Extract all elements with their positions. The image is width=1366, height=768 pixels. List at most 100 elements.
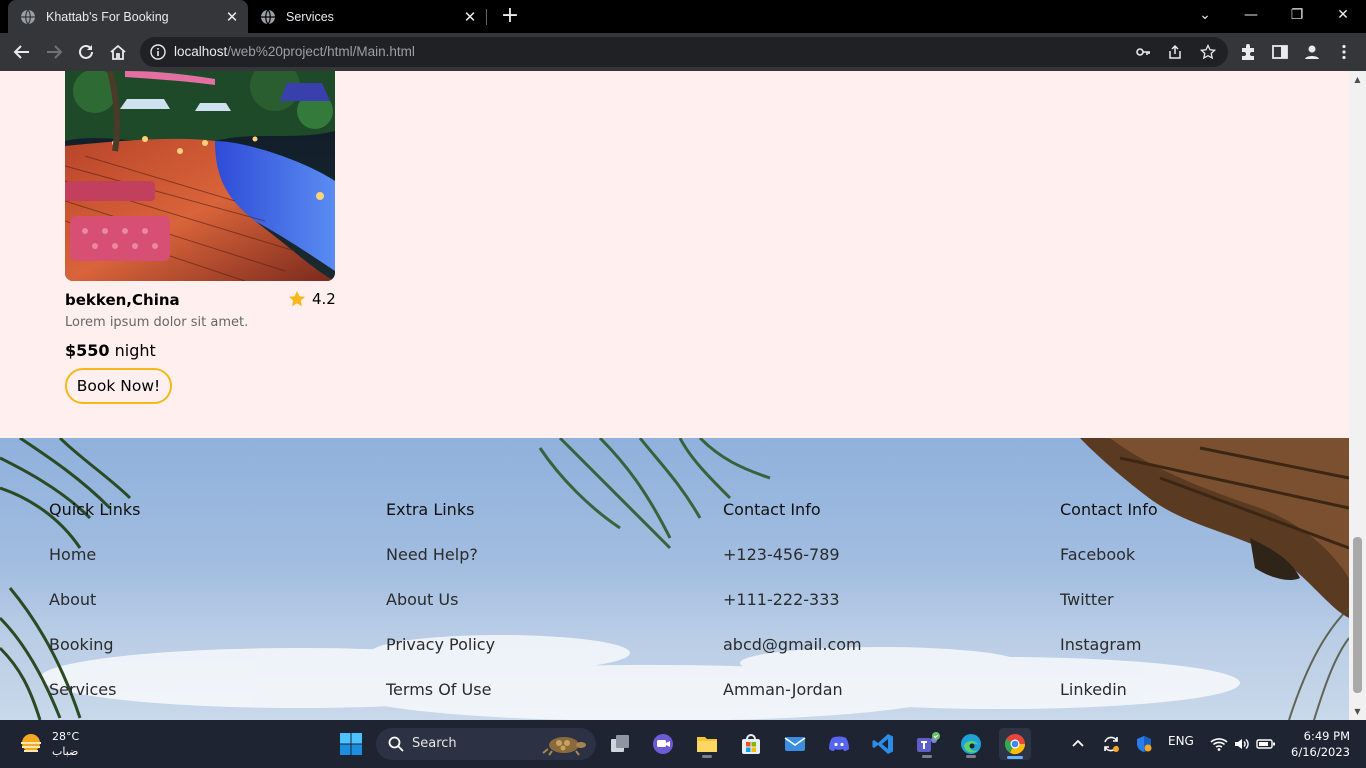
forward-button[interactable]: [40, 38, 68, 66]
security-tray-button[interactable]: [1129, 728, 1159, 760]
home-icon: [110, 44, 126, 60]
footer-phone-1[interactable]: +123-456-789: [723, 545, 862, 590]
footer-email[interactable]: abcd@gmail.com: [723, 635, 862, 680]
scroll-up-arrow-icon[interactable]: ▲: [1353, 75, 1362, 84]
url-host: localhost: [174, 44, 228, 59]
page-scrollbar[interactable]: ▲ ▼: [1349, 71, 1366, 720]
resort-pool-photo: [65, 71, 335, 281]
footer-link-linkedin[interactable]: Linkedin: [1060, 680, 1158, 720]
weather-description: ضباب: [52, 745, 79, 758]
footer-link-need-help[interactable]: Need Help?: [386, 545, 495, 590]
footer-link-instagram[interactable]: Instagram: [1060, 635, 1158, 680]
scrollbar-thumb[interactable]: [1353, 537, 1362, 693]
footer-column-extra-links: Extra Links Need Help? About Us Privacy …: [386, 500, 495, 720]
clock-date: 6/16/2023: [1291, 745, 1350, 759]
sync-tray-button[interactable]: [1096, 728, 1126, 760]
task-view-button[interactable]: [604, 728, 636, 760]
footer-link-home[interactable]: Home: [49, 545, 140, 590]
sync-icon: [1104, 736, 1119, 752]
home-button[interactable]: [104, 38, 132, 66]
footer-link-booking[interactable]: Booking: [49, 635, 140, 680]
browser-toolbar: localhost/web%20project/html/Main.html: [0, 33, 1366, 71]
globe-icon: [21, 9, 35, 24]
discord-button[interactable]: [823, 728, 855, 760]
tab-search-button[interactable]: ⌄: [1182, 0, 1228, 30]
profile-button[interactable]: [1298, 38, 1326, 66]
restore-button[interactable]: ❐: [1274, 0, 1320, 30]
key-icon[interactable]: [1133, 42, 1153, 62]
reload-icon: [79, 44, 93, 59]
bookmark-star-icon[interactable]: [1198, 42, 1218, 62]
tab-strip: Khattab's For Booking ✕ Services ✕ + ⌄ —…: [0, 0, 1366, 33]
side-panel-icon: [1272, 45, 1288, 59]
share-icon[interactable]: [1165, 42, 1185, 62]
active-window-indicator: [1007, 756, 1023, 759]
battery-icon: [1256, 739, 1275, 749]
tab-title: Services: [286, 9, 334, 24]
taskbar-clock[interactable]: 6:49 PM 6/16/2023: [1284, 728, 1350, 760]
battery-tray-button[interactable]: [1251, 728, 1281, 760]
windows-taskbar: 28°C ضباب Search ENG 6:49 PM 6/16/2023: [0, 720, 1366, 768]
input-language-indicator[interactable]: ENG: [1168, 734, 1194, 748]
minimize-button[interactable]: —: [1228, 0, 1274, 30]
reload-button[interactable]: [72, 38, 100, 66]
footer-column-social: Contact Info Facebook Twitter Instagram …: [1060, 500, 1158, 720]
footer-heading: Extra Links: [386, 500, 475, 519]
tab-close-icon[interactable]: ✕: [220, 8, 244, 26]
turtle-highlight-icon: [542, 737, 586, 756]
weather-widget[interactable]: 28°C ضباب: [18, 729, 79, 759]
running-indicator: [702, 755, 712, 758]
scroll-down-arrow-icon[interactable]: ▼: [1353, 707, 1362, 716]
chrome-button[interactable]: [999, 728, 1031, 760]
start-button[interactable]: [335, 728, 367, 760]
tab-khattabs-booking[interactable]: Khattab's For Booking ✕: [8, 0, 248, 33]
teams-button[interactable]: [911, 728, 943, 760]
folder-icon: [697, 737, 717, 752]
chat-button[interactable]: [647, 728, 679, 760]
chevron-up-icon: [1072, 739, 1084, 747]
card-title: bekken,China: [65, 291, 180, 309]
store-bag-icon: [742, 734, 760, 754]
chat-camera-icon: [653, 734, 673, 754]
arrow-right-icon: [47, 45, 63, 59]
footer-link-about[interactable]: About: [49, 590, 140, 635]
taskbar-search[interactable]: Search: [376, 728, 596, 760]
menu-button[interactable]: [1330, 38, 1358, 66]
address-bar[interactable]: localhost/web%20project/html/Main.html: [140, 37, 1228, 67]
kebab-menu-icon: [1342, 44, 1346, 60]
card-rating: 4.2: [288, 290, 336, 308]
footer-link-twitter[interactable]: Twitter: [1060, 590, 1158, 635]
footer-link-terms-of-use[interactable]: Terms Of Use: [386, 680, 495, 720]
back-button[interactable]: [8, 38, 36, 66]
tab-close-icon[interactable]: ✕: [458, 8, 482, 26]
puzzle-icon: [1242, 44, 1254, 60]
mail-button[interactable]: [779, 728, 811, 760]
close-window-button[interactable]: ✕: [1320, 0, 1366, 30]
footer-link-privacy-policy[interactable]: Privacy Policy: [386, 635, 495, 680]
card-description: Lorem ipsum dolor sit amet.: [65, 315, 249, 330]
edge-button[interactable]: [955, 728, 987, 760]
tab-services[interactable]: Services ✕: [248, 0, 486, 33]
edge-icon: [961, 734, 981, 754]
vscode-button[interactable]: [867, 728, 899, 760]
footer-link-about-us[interactable]: About Us: [386, 590, 495, 635]
footer-link-facebook[interactable]: Facebook: [1060, 545, 1158, 590]
footer-phone-2[interactable]: +111-222-333: [723, 590, 862, 635]
new-tab-button[interactable]: +: [498, 4, 522, 28]
running-indicator: [966, 755, 976, 758]
rating-value: 4.2: [312, 290, 336, 308]
extensions-button[interactable]: [1234, 38, 1262, 66]
tab-separator: [486, 9, 487, 25]
running-indicator: [922, 755, 932, 758]
book-now-button[interactable]: Book Now!: [65, 368, 172, 404]
task-view-icon: [611, 735, 629, 752]
microsoft-store-button[interactable]: [735, 728, 767, 760]
footer-link-services[interactable]: Services: [49, 680, 140, 720]
weather-temperature: 28°C: [52, 730, 80, 743]
file-explorer-button[interactable]: [691, 728, 723, 760]
side-panel-button[interactable]: [1266, 38, 1294, 66]
footer-location[interactable]: Amman-Jordan: [723, 680, 862, 720]
star-icon: [289, 291, 305, 307]
info-icon[interactable]: [150, 44, 166, 60]
show-hidden-icons-button[interactable]: [1063, 728, 1093, 760]
